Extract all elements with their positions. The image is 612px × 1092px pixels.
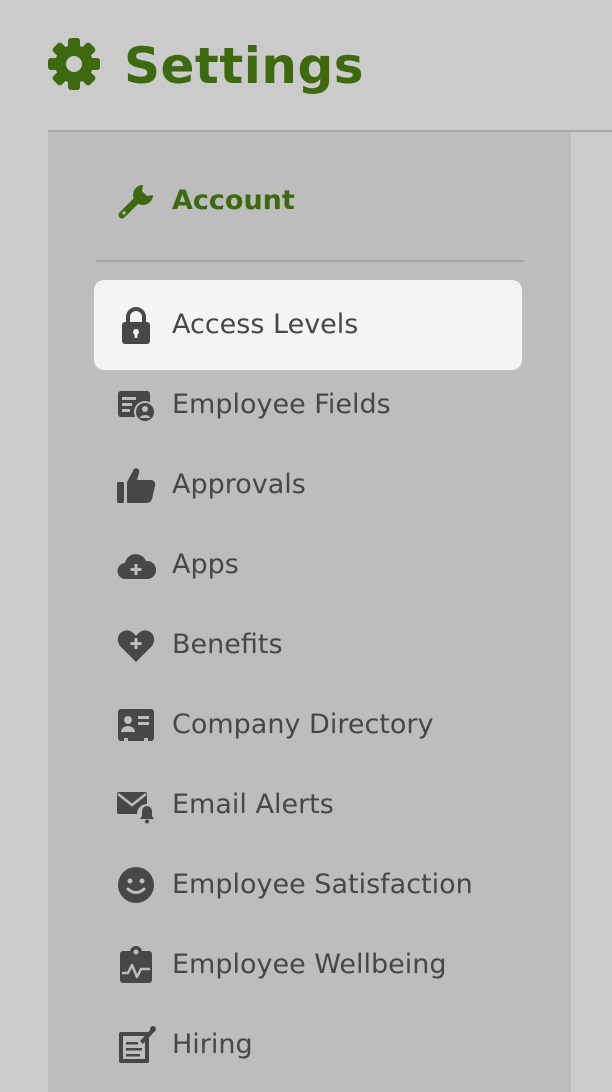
sidebar-item-label: Company Directory bbox=[172, 709, 434, 740]
thumbs-up-icon bbox=[117, 468, 156, 503]
clipboard-heartbeat-icon bbox=[120, 946, 152, 983]
sidebar-item-access-levels[interactable]: Access Levels bbox=[94, 280, 522, 370]
mail-bell-icon bbox=[117, 792, 156, 824]
sidebar-item-label: Account bbox=[172, 185, 295, 216]
employee-fields-icon bbox=[118, 391, 156, 423]
page-title: Settings bbox=[124, 37, 365, 95]
sidebar-item-benefits[interactable]: Benefits bbox=[94, 600, 522, 690]
wrench-icon bbox=[118, 184, 153, 219]
settings-sidebar: Account Access Levels Employee Fields Ap… bbox=[48, 132, 571, 1092]
sidebar-item-apps[interactable]: Apps bbox=[94, 520, 522, 610]
sidebar-item-label: Employee Satisfaction bbox=[172, 869, 473, 900]
sidebar-item-approvals[interactable]: Approvals bbox=[94, 440, 522, 530]
page-header: Settings bbox=[0, 0, 612, 130]
heart-plus-icon bbox=[117, 630, 155, 662]
sidebar-item-employee-fields[interactable]: Employee Fields bbox=[94, 360, 522, 450]
sidebar-item-label: Benefits bbox=[172, 629, 283, 660]
sidebar-item-label: Approvals bbox=[172, 469, 306, 500]
sidebar-item-label: Email Alerts bbox=[172, 789, 334, 820]
sidebar-item-hiring[interactable]: Hiring bbox=[94, 1000, 522, 1090]
sidebar-item-employee-wellbeing[interactable]: Employee Wellbeing bbox=[94, 920, 522, 1010]
sidebar-item-company-directory[interactable]: Company Directory bbox=[94, 680, 522, 770]
sidebar-item-label: Employee Fields bbox=[172, 389, 391, 420]
sidebar-item-email-alerts[interactable]: Email Alerts bbox=[94, 760, 522, 850]
gear-icon bbox=[48, 38, 100, 90]
cloud-plus-icon bbox=[117, 554, 156, 580]
sidebar-item-label: Employee Wellbeing bbox=[172, 949, 447, 980]
sidebar-item-label: Hiring bbox=[172, 1029, 253, 1060]
document-pin-icon bbox=[119, 1026, 156, 1063]
section-divider bbox=[96, 260, 524, 262]
sidebar-item-label: Access Levels bbox=[172, 309, 359, 340]
smiley-icon bbox=[118, 867, 154, 903]
sidebar-item-employee-satisfaction[interactable]: Employee Satisfaction bbox=[94, 840, 522, 930]
sidebar-item-label: Apps bbox=[172, 549, 239, 580]
sidebar-item-account[interactable]: Account bbox=[94, 156, 522, 246]
id-card-icon bbox=[118, 709, 154, 742]
lock-icon bbox=[122, 307, 150, 344]
